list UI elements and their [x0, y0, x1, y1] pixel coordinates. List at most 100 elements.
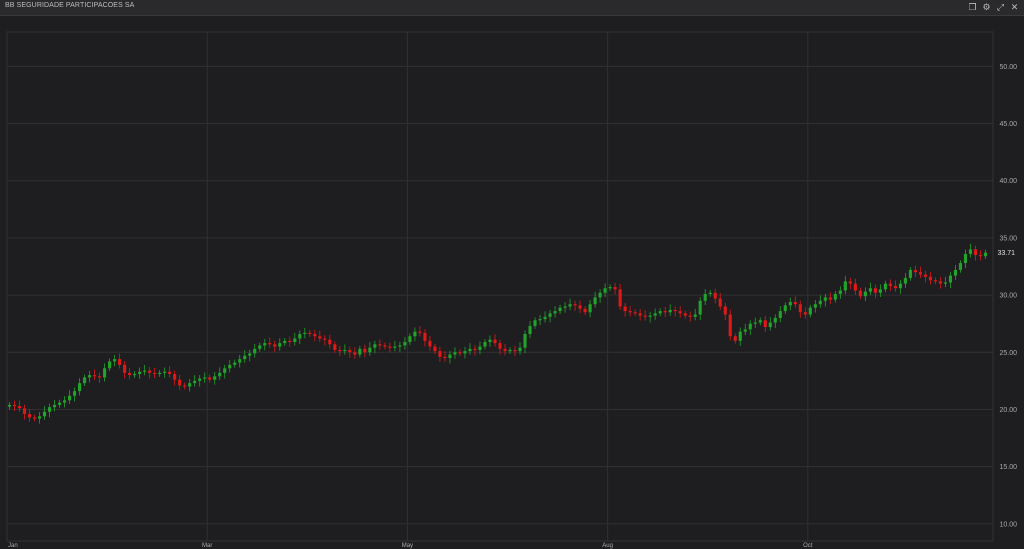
candle-body	[698, 300, 702, 315]
candle-body	[673, 309, 677, 312]
x-tick-label: Mar	[202, 543, 212, 549]
candle-body	[108, 361, 112, 369]
settings-sliders-icon[interactable]: ⚙	[981, 1, 992, 13]
candle-body	[733, 336, 737, 341]
candle-body	[243, 355, 247, 360]
candle-body	[273, 344, 277, 347]
candle-body	[423, 332, 427, 341]
candle-body	[583, 308, 587, 313]
y-tick-label: 35.00	[999, 235, 1017, 242]
candle-body	[478, 346, 482, 350]
candle-body	[213, 376, 217, 380]
candle-body	[258, 345, 262, 349]
candle-body	[133, 374, 137, 376]
last-price-label: 33.71	[997, 250, 1015, 257]
y-axis: 10.00 15.00 20.00 25.00 30.00 35.00 40.00 45.00…	[999, 64, 1017, 529]
candle-body	[17, 406, 22, 409]
candle-body	[603, 288, 607, 293]
candle-body	[748, 323, 752, 330]
candle-body	[298, 333, 302, 339]
candle-body	[463, 351, 467, 354]
candle-body	[22, 408, 27, 415]
candle-body	[63, 400, 67, 403]
candle-body	[768, 322, 772, 328]
candle-body	[438, 351, 442, 357]
candle-body	[268, 343, 272, 345]
candle-body	[758, 320, 762, 323]
candle-body	[793, 301, 797, 305]
candle-body	[113, 359, 117, 362]
candle-body	[643, 315, 647, 317]
price-chart[interactable]: 10.00 15.00 20.00 25.00 30.00 35.00 40.00 45.00…	[0, 16, 1024, 549]
candle-body	[543, 316, 547, 320]
candle-body	[808, 307, 812, 315]
candle-body	[7, 404, 12, 407]
candle-body	[223, 368, 227, 373]
candle-body	[73, 391, 77, 396]
candle-body	[943, 282, 948, 284]
candle-body	[178, 379, 182, 386]
x-tick-label: May	[402, 543, 413, 549]
candle-body	[533, 320, 537, 326]
candle-body	[353, 352, 357, 355]
candle-body	[208, 377, 212, 380]
candle-body	[573, 304, 577, 306]
candle-body	[743, 329, 747, 332]
candle-body	[798, 304, 802, 313]
y-tick-label: 10.00	[999, 521, 1017, 528]
candle-body	[358, 348, 362, 355]
candle-body	[78, 383, 82, 392]
candle-body	[148, 370, 152, 373]
candle-body	[383, 345, 387, 347]
candle-body	[663, 311, 667, 313]
candle-body	[37, 416, 42, 419]
y-tick-label: 40.00	[999, 178, 1017, 185]
candle-body	[598, 292, 602, 298]
candle-body	[723, 306, 727, 315]
candle-body	[593, 297, 597, 305]
candle-body	[703, 293, 707, 301]
window-titlebar[interactable]: BB SEGURIDADE PARTICIPACOES SA ❐ ⚙ ⤢ ✕	[0, 0, 1024, 16]
candle-body	[103, 368, 107, 378]
candle-body	[153, 372, 157, 375]
candle-body	[608, 287, 612, 289]
candle-body	[638, 313, 642, 316]
candle-body	[893, 285, 897, 289]
candle-body	[498, 343, 502, 349]
candle-body	[833, 293, 837, 300]
candle-body	[693, 314, 697, 317]
candle-body	[313, 333, 317, 337]
candle-body	[848, 281, 852, 284]
expand-icon[interactable]: ⤢	[995, 1, 1006, 13]
window-restore-icon[interactable]: ❐	[967, 1, 978, 13]
candle-body	[668, 309, 672, 313]
candle-body	[473, 348, 477, 351]
candle-body	[763, 320, 767, 328]
candle-body	[898, 283, 902, 289]
candle-body	[138, 371, 142, 375]
candle-body	[228, 364, 232, 369]
candle-body	[253, 348, 257, 354]
candle-body	[443, 356, 447, 359]
x-axis: Jan Mar May Aug Oct	[8, 543, 813, 549]
candle-body	[468, 348, 472, 352]
candle-body	[283, 340, 287, 344]
candle-body	[413, 331, 417, 337]
candle-body	[883, 283, 887, 290]
candle-body	[32, 417, 37, 419]
candle-body	[493, 339, 497, 344]
candle-body	[513, 349, 517, 352]
candle-body	[918, 272, 922, 275]
candle-body	[773, 317, 777, 323]
candle-body	[368, 347, 372, 353]
candle-body	[58, 402, 62, 405]
candle-body	[778, 311, 782, 318]
close-icon[interactable]: ✕	[1009, 1, 1020, 13]
y-tick-label: 15.00	[999, 464, 1017, 471]
candle-body	[518, 347, 522, 352]
candle-body	[868, 288, 872, 292]
candle-body	[27, 414, 32, 418]
candle-body	[448, 354, 452, 358]
candle-body	[88, 375, 92, 378]
candle-body	[908, 269, 912, 278]
